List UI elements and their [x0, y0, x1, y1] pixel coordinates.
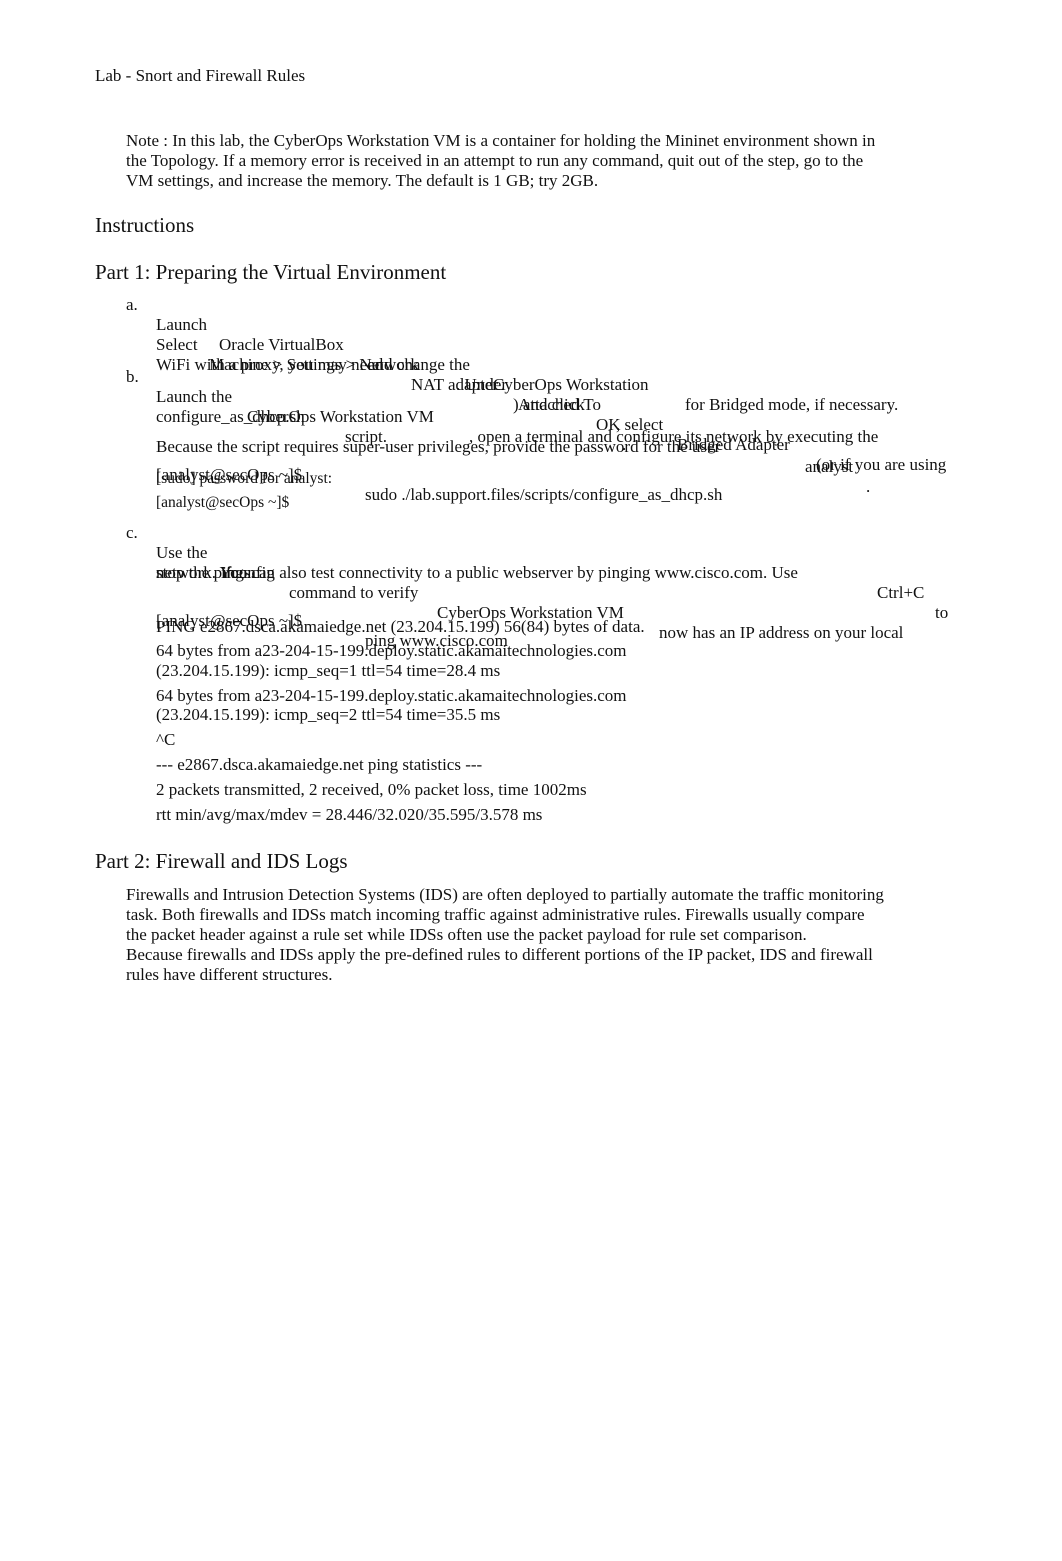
terminal-output: --- e2867.dsca.akamaiedge.net ping stati…	[156, 755, 483, 774]
text: command to verify	[289, 583, 419, 602]
app-name: Oracle VirtualBox	[219, 335, 344, 354]
script-name: configure_as_dhcp.sh	[156, 407, 305, 426]
step-marker: a.	[126, 295, 138, 314]
setting-value: NAT adapter	[411, 375, 499, 394]
part2-heading: Part 2: Firewall and IDS Logs	[95, 849, 348, 873]
text: now has an IP address on your local	[659, 623, 904, 642]
paragraph-line: Firewalls and Intrusion Detection System…	[126, 885, 884, 904]
command-line: [analyst@secOps ~]$ sudo ./lab.support.f…	[0, 445, 722, 525]
command-line: [analyst@secOps ~]$ ping www.cisco.com	[0, 591, 508, 671]
terminal-output: 64 bytes from a23-204-15-199.deploy.stat…	[156, 641, 627, 660]
username: analyst	[805, 457, 854, 476]
paragraph-line: task. Both firewalls and IDSs match inco…	[126, 905, 865, 924]
text: Select	[156, 335, 198, 354]
terminal-output: [sudo] password for analyst:	[156, 470, 333, 487]
key-combo: Ctrl+C	[877, 583, 925, 602]
text: WiFi with a proxy, you may need	[156, 355, 384, 374]
terminal-output: PING e2867.dsca.akamaiedge.net (23.204.1…	[156, 617, 645, 636]
paragraph-line: Because firewalls and IDSs apply the pre…	[126, 945, 873, 964]
document-header-title: Lab - Snort and Firewall Rules	[95, 66, 306, 85]
text: for Bridged mode, if necessary.	[685, 395, 899, 414]
step-c-line3: stop the pings.	[156, 563, 255, 582]
shell-command: sudo ./lab.support.files/scripts/configu…	[365, 485, 723, 504]
note-line: Note : In this lab, the CyberOps Worksta…	[126, 131, 876, 150]
terminal-output: [analyst@secOps ~]$	[156, 494, 290, 511]
text: Use the	[156, 543, 208, 562]
paragraph-line: the packet header against a rule set whi…	[126, 925, 807, 944]
terminal-output: ^C	[156, 730, 176, 749]
step-marker: c.	[126, 523, 138, 542]
paragraph-line: rules have different structures.	[126, 965, 333, 984]
instructions-heading: Instructions	[95, 213, 195, 237]
note-line: the Topology. If a memory error is recei…	[126, 151, 864, 170]
note-line: VM settings, and increase the memory. Th…	[126, 171, 599, 190]
terminal-output: 2 packets transmitted, 2 received, 0% pa…	[156, 780, 587, 799]
step-marker: b.	[126, 367, 139, 386]
terminal-output: (23.204.15.199): icmp_seq=2 ttl=54 time=…	[156, 705, 501, 724]
text: ) and click	[513, 395, 585, 414]
part1-heading: Part 1: Preparing the Virtual Environmen…	[95, 260, 447, 284]
text: Launch	[156, 315, 207, 334]
terminal-output: 64 bytes from a23-204-15-199.deploy.stat…	[156, 686, 627, 705]
terminal-output: (23.204.15.199): icmp_seq=1 ttl=54 time=…	[156, 661, 501, 680]
text: Because the script requires super-user p…	[156, 437, 721, 456]
text: Launch the	[156, 387, 232, 406]
terminal-output: rtt min/avg/max/mdev = 28.446/32.020/35.…	[156, 805, 543, 824]
vm-name: CyberOps Workstation	[493, 375, 649, 394]
text: .	[866, 477, 871, 496]
text: to	[935, 603, 949, 622]
